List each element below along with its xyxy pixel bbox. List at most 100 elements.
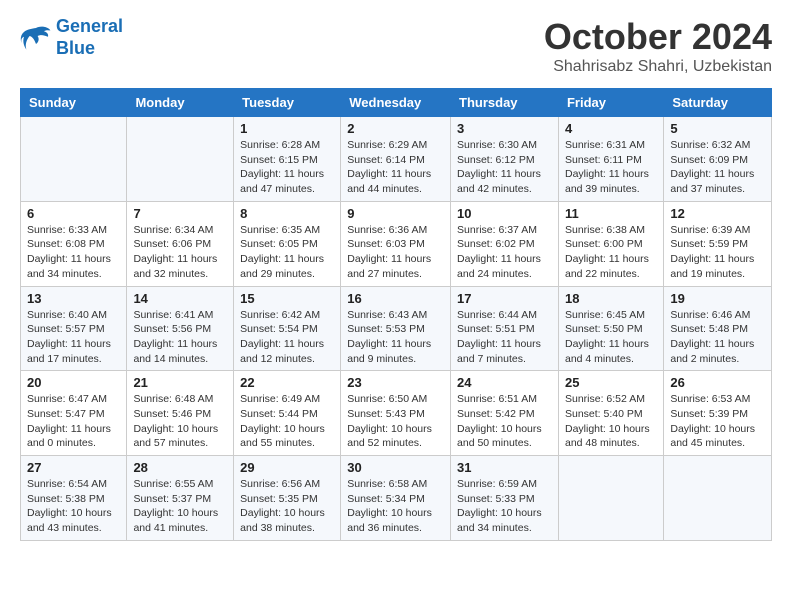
- calendar-cell: 2Sunrise: 6:29 AMSunset: 6:14 PMDaylight…: [341, 117, 451, 202]
- day-number: 11: [565, 206, 657, 221]
- day-number: 24: [457, 375, 552, 390]
- day-number: 17: [457, 291, 552, 306]
- weekday-header-row: SundayMondayTuesdayWednesdayThursdayFrid…: [21, 89, 772, 117]
- day-info: Sunrise: 6:30 AMSunset: 6:12 PMDaylight:…: [457, 138, 552, 197]
- page-header: General Blue October 2024 Shahrisabz Sha…: [20, 16, 772, 76]
- calendar-cell: 24 Sunrise: 6:51 AMSunset: 5:42 PMDayligh…: [451, 371, 559, 456]
- calendar-cell: 6Sunrise: 6:33 AMSunset: 6:08 PMDaylight…: [21, 201, 127, 286]
- calendar-week-row: 20Sunrise: 6:47 AMSunset: 5:47 PMDayligh…: [21, 371, 772, 456]
- day-number: 27: [27, 460, 120, 475]
- day-info: Sunrise: 6:52 AMSunset: 5:40 PMDaylight:…: [565, 392, 657, 451]
- day-number: 1: [240, 121, 334, 136]
- calendar-cell: 23 Sunrise: 6:50 AMSunset: 5:43 PMDayligh…: [341, 371, 451, 456]
- calendar-cell: 28 Sunrise: 6:55 AMSunset: 5:37 PMDayligh…: [127, 456, 234, 541]
- day-info: Sunrise: 6:44 AMSunset: 5:51 PMDaylight:…: [457, 308, 552, 367]
- day-number: 22: [240, 375, 334, 390]
- calendar-cell: 25 Sunrise: 6:52 AMSunset: 5:40 PMDayligh…: [558, 371, 663, 456]
- day-number: 25: [565, 375, 657, 390]
- calendar-cell: 30 Sunrise: 6:58 AMSunset: 5:34 PMDayligh…: [341, 456, 451, 541]
- logo-text: General Blue: [56, 16, 123, 59]
- calendar-cell: 29Sunrise: 6:56 AMSunset: 5:35 PMDayligh…: [234, 456, 341, 541]
- day-info: Sunrise: 6:43 AMSunset: 5:53 PMDaylight:…: [347, 308, 444, 367]
- calendar-cell: [664, 456, 772, 541]
- day-number: 14: [133, 291, 227, 306]
- day-number: 15: [240, 291, 334, 306]
- day-info: Sunrise: 6:50 AMSunset: 5:43 PMDaylight:…: [347, 392, 444, 451]
- calendar-cell: 26Sunrise: 6:53 AMSunset: 5:39 PMDayligh…: [664, 371, 772, 456]
- calendar-cell: 3 Sunrise: 6:30 AMSunset: 6:12 PMDaylight…: [451, 117, 559, 202]
- logo: General Blue: [20, 16, 123, 59]
- calendar-cell: 9 Sunrise: 6:36 AMSunset: 6:03 PMDaylight…: [341, 201, 451, 286]
- calendar-cell: 20Sunrise: 6:47 AMSunset: 5:47 PMDayligh…: [21, 371, 127, 456]
- day-number: 18: [565, 291, 657, 306]
- day-info: Sunrise: 6:34 AMSunset: 6:06 PMDaylight:…: [133, 223, 227, 282]
- day-number: 3: [457, 121, 552, 136]
- day-number: 6: [27, 206, 120, 221]
- weekday-header: Thursday: [451, 89, 559, 117]
- calendar-cell: 5 Sunrise: 6:32 AMSunset: 6:09 PMDaylight…: [664, 117, 772, 202]
- calendar-cell: [558, 456, 663, 541]
- day-info: Sunrise: 6:36 AMSunset: 6:03 PMDaylight:…: [347, 223, 444, 282]
- calendar-week-row: 27 Sunrise: 6:54 AMSunset: 5:38 PMDayligh…: [21, 456, 772, 541]
- calendar-cell: 15Sunrise: 6:42 AMSunset: 5:54 PMDayligh…: [234, 286, 341, 371]
- day-info: Sunrise: 6:45 AMSunset: 5:50 PMDaylight:…: [565, 308, 657, 367]
- weekday-header: Sunday: [21, 89, 127, 117]
- weekday-header: Monday: [127, 89, 234, 117]
- day-info: Sunrise: 6:55 AMSunset: 5:37 PMDaylight:…: [133, 477, 227, 536]
- day-number: 23: [347, 375, 444, 390]
- day-number: 26: [670, 375, 765, 390]
- day-number: 12: [670, 206, 765, 221]
- day-info: Sunrise: 6:40 AMSunset: 5:57 PMDaylight:…: [27, 308, 120, 367]
- day-info: Sunrise: 6:49 AMSunset: 5:44 PMDaylight:…: [240, 392, 334, 451]
- calendar-cell: 22 Sunrise: 6:49 AMSunset: 5:44 PMDayligh…: [234, 371, 341, 456]
- weekday-header: Tuesday: [234, 89, 341, 117]
- day-info: Sunrise: 6:48 AMSunset: 5:46 PMDaylight:…: [133, 392, 227, 451]
- calendar-cell: [127, 117, 234, 202]
- month-title: October 2024: [544, 16, 772, 58]
- calendar-cell: 18 Sunrise: 6:45 AMSunset: 5:50 PMDayligh…: [558, 286, 663, 371]
- weekday-header: Saturday: [664, 89, 772, 117]
- day-number: 7: [133, 206, 227, 221]
- calendar-week-row: 6Sunrise: 6:33 AMSunset: 6:08 PMDaylight…: [21, 201, 772, 286]
- calendar-cell: 1Sunrise: 6:28 AMSunset: 6:15 PMDaylight…: [234, 117, 341, 202]
- day-number: 2: [347, 121, 444, 136]
- calendar-cell: 27 Sunrise: 6:54 AMSunset: 5:38 PMDayligh…: [21, 456, 127, 541]
- weekday-header: Wednesday: [341, 89, 451, 117]
- day-number: 20: [27, 375, 120, 390]
- calendar-table: SundayMondayTuesdayWednesdayThursdayFrid…: [20, 88, 772, 541]
- day-info: Sunrise: 6:54 AMSunset: 5:38 PMDaylight:…: [27, 477, 120, 536]
- day-number: 30: [347, 460, 444, 475]
- day-number: 28: [133, 460, 227, 475]
- day-number: 9: [347, 206, 444, 221]
- calendar-cell: 10Sunrise: 6:37 AMSunset: 6:02 PMDayligh…: [451, 201, 559, 286]
- day-info: Sunrise: 6:31 AMSunset: 6:11 PMDaylight:…: [565, 138, 657, 197]
- day-info: Sunrise: 6:51 AMSunset: 5:42 PMDaylight:…: [457, 392, 552, 451]
- day-number: 16: [347, 291, 444, 306]
- day-number: 21: [133, 375, 227, 390]
- day-info: Sunrise: 6:32 AMSunset: 6:09 PMDaylight:…: [670, 138, 765, 197]
- calendar-cell: 13Sunrise: 6:40 AMSunset: 5:57 PMDayligh…: [21, 286, 127, 371]
- day-info: Sunrise: 6:35 AMSunset: 6:05 PMDaylight:…: [240, 223, 334, 282]
- day-number: 5: [670, 121, 765, 136]
- day-info: Sunrise: 6:41 AMSunset: 5:56 PMDaylight:…: [133, 308, 227, 367]
- calendar-cell: [21, 117, 127, 202]
- day-number: 29: [240, 460, 334, 475]
- calendar-cell: 19Sunrise: 6:46 AMSunset: 5:48 PMDayligh…: [664, 286, 772, 371]
- calendar-cell: 16 Sunrise: 6:43 AMSunset: 5:53 PMDayligh…: [341, 286, 451, 371]
- calendar-cell: 8Sunrise: 6:35 AMSunset: 6:05 PMDaylight…: [234, 201, 341, 286]
- logo-icon: [20, 24, 52, 52]
- location: Shahrisabz Shahri, Uzbekistan: [544, 58, 772, 76]
- calendar-week-row: 1Sunrise: 6:28 AMSunset: 6:15 PMDaylight…: [21, 117, 772, 202]
- day-info: Sunrise: 6:58 AMSunset: 5:34 PMDaylight:…: [347, 477, 444, 536]
- title-block: October 2024 Shahrisabz Shahri, Uzbekist…: [544, 16, 772, 76]
- calendar-cell: 12 Sunrise: 6:39 AMSunset: 5:59 PMDayligh…: [664, 201, 772, 286]
- day-info: Sunrise: 6:37 AMSunset: 6:02 PMDaylight:…: [457, 223, 552, 282]
- day-info: Sunrise: 6:59 AMSunset: 5:33 PMDaylight:…: [457, 477, 552, 536]
- day-number: 31: [457, 460, 552, 475]
- day-info: Sunrise: 6:38 AMSunset: 6:00 PMDaylight:…: [565, 223, 657, 282]
- day-number: 4: [565, 121, 657, 136]
- calendar-cell: 14 Sunrise: 6:41 AMSunset: 5:56 PMDayligh…: [127, 286, 234, 371]
- day-info: Sunrise: 6:39 AMSunset: 5:59 PMDaylight:…: [670, 223, 765, 282]
- calendar-cell: 4 Sunrise: 6:31 AMSunset: 6:11 PMDaylight…: [558, 117, 663, 202]
- calendar-week-row: 13Sunrise: 6:40 AMSunset: 5:57 PMDayligh…: [21, 286, 772, 371]
